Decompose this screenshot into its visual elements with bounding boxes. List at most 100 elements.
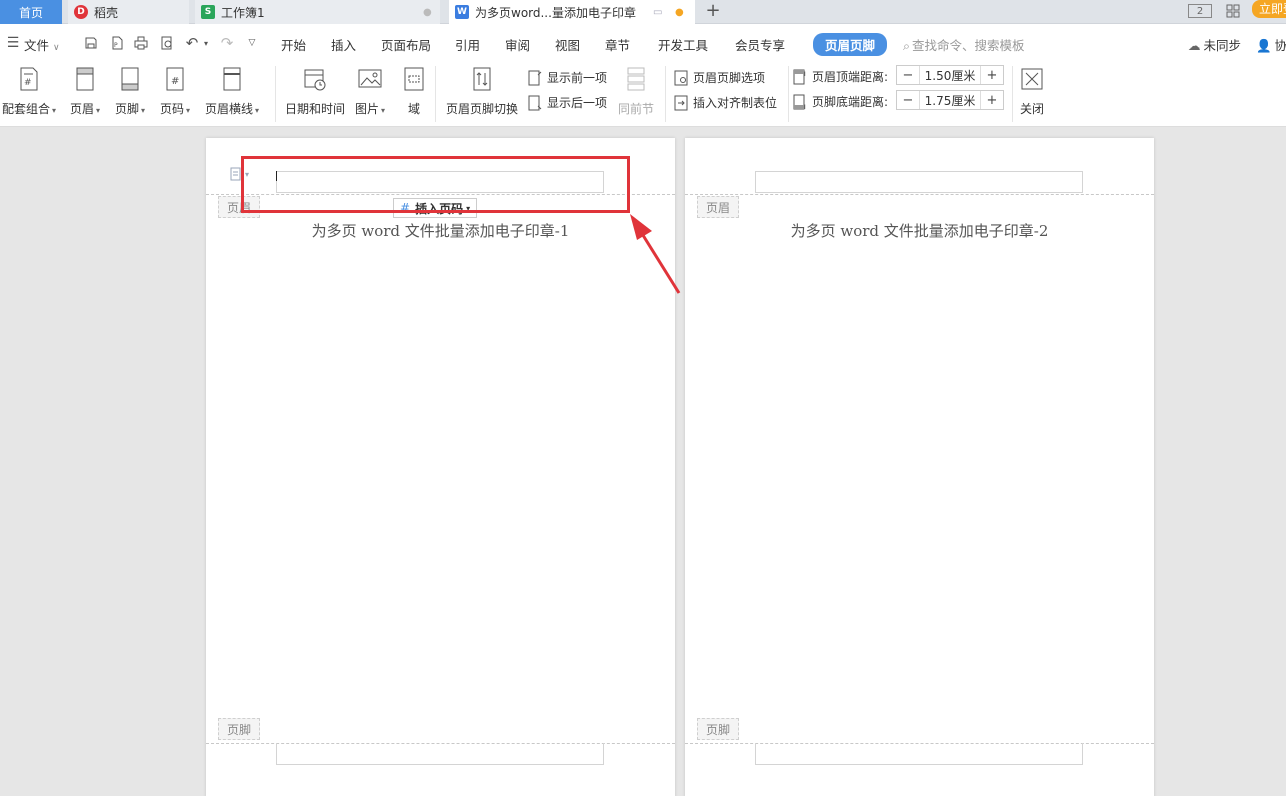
header-top-distance-input[interactable]: 1.50厘米 — [919, 66, 981, 84]
header-footer-options-button[interactable]: 页眉页脚选项 — [674, 69, 765, 86]
footer-tag: 页脚 — [218, 718, 260, 740]
footer-frame[interactable] — [755, 743, 1083, 765]
header-top-distance-stepper[interactable]: − 1.50厘米 + — [896, 65, 1004, 85]
export-pdf-icon[interactable]: P — [110, 36, 124, 50]
header-line-button[interactable]: 页眉横线 — [205, 66, 259, 117]
close-button[interactable]: 关闭 — [1020, 66, 1044, 117]
grid-view-icon[interactable] — [1222, 2, 1244, 20]
insert-page-number-label: 插入页码 — [415, 201, 464, 216]
svg-text:#: # — [24, 78, 32, 88]
header-button[interactable]: 页眉 — [70, 66, 100, 117]
page-number-icon: # — [163, 66, 187, 92]
menu-review[interactable]: 审阅 — [505, 35, 530, 54]
collaborate-button[interactable]: 👤协作 — [1256, 35, 1286, 54]
combo-icon: # — [17, 66, 41, 92]
footer-button[interactable]: 页脚 — [115, 66, 145, 117]
unsaved-dot-icon[interactable]: ● — [675, 7, 684, 18]
decrease-icon[interactable]: − — [897, 91, 919, 109]
close-icon — [1020, 66, 1044, 92]
menu-references[interactable]: 引用 — [455, 35, 480, 54]
tab-dot-icon[interactable]: ● — [423, 7, 432, 18]
collaborate-label: 协作 — [1274, 38, 1286, 53]
field-button[interactable]: 域 — [402, 66, 426, 117]
print-icon[interactable] — [134, 36, 148, 50]
print-preview-icon[interactable] — [160, 36, 174, 50]
decrease-icon[interactable]: − — [897, 66, 919, 84]
page-title: 为多页 word 文件批量添加电子印章-1 — [311, 222, 570, 240]
header-tag: 页眉 — [218, 196, 260, 218]
page-count-value: 2 — [1196, 5, 1204, 17]
footer-bottom-distance-input[interactable]: 1.75厘米 — [919, 91, 981, 109]
tab-bar: 首页 D 稻壳 S 工作簿1 ● W 为多页word...量添加电子印章 ▭ ●… — [0, 0, 1286, 24]
insert-align-tab-button[interactable]: 插入对齐制表位 — [674, 94, 777, 111]
header-frame[interactable] — [755, 171, 1083, 193]
ribbon-separator — [435, 66, 436, 122]
same-as-previous-button[interactable]: 同前节 — [618, 66, 654, 117]
tab-workbook[interactable]: S 工作簿1 ● — [195, 0, 440, 24]
menu-file[interactable]: 文件 ∨ — [24, 35, 60, 54]
footer-frame[interactable] — [276, 743, 604, 765]
sync-status[interactable]: ☁ 未同步 — [1188, 35, 1241, 54]
tab-workbook-label: 工作簿1 — [221, 5, 265, 20]
options-label: 页眉页脚选项 — [693, 71, 766, 85]
document-page-2[interactable]: 页眉 为多页 word 文件批量添加电子印章-2 页脚 — [685, 138, 1154, 796]
search-placeholder: 查找命令、搜索模板 — [912, 38, 1025, 53]
header-tag: 页眉 — [697, 196, 739, 218]
page-title: 为多页 word 文件批量添加电子印章-2 — [790, 222, 1049, 240]
save-icon[interactable] — [84, 36, 98, 50]
login-label: 立即登录 — [1259, 2, 1286, 16]
tab-document-label: 为多页word...量添加电子印章 — [475, 5, 636, 20]
document-page-1[interactable]: ▾ 页眉 # 插入页码 ▾ 为多页 word 文件批量添加电子印章-1 页脚 — [206, 138, 675, 796]
menu-developer[interactable]: 开发工具 — [658, 35, 708, 54]
undo-icon[interactable]: ↶ — [185, 34, 199, 52]
switch-label: 页眉页脚切换 — [446, 102, 519, 116]
show-next-button[interactable]: 显示后一项 — [528, 94, 607, 111]
picture-button[interactable]: 图片 — [355, 66, 385, 117]
menu-header-footer[interactable]: 页眉页脚 — [813, 33, 888, 56]
pin-icon[interactable]: ▭ — [653, 7, 662, 18]
increase-icon[interactable]: + — [981, 66, 1003, 84]
ribbon-separator — [1012, 66, 1013, 122]
search-icon: ⌕ — [903, 38, 911, 53]
tab-daoke[interactable]: D 稻壳 — [68, 0, 189, 24]
align-tab-icon — [674, 95, 688, 111]
datetime-button[interactable]: 日期和时间 — [285, 66, 345, 117]
show-next-label: 显示后一项 — [547, 96, 608, 110]
picture-label: 图片 — [355, 100, 385, 117]
menu-chapter[interactable]: 章节 — [605, 35, 630, 54]
header-top-label-text: 页眉顶端距离: — [812, 70, 889, 84]
header-footer-switch-button[interactable]: 页眉页脚切换 — [446, 66, 518, 117]
redo-icon[interactable]: ↷ — [220, 34, 234, 52]
menu-member[interactable]: 会员专享 — [735, 35, 785, 54]
menu-insert[interactable]: 插入 — [331, 35, 356, 54]
hamburger-menu-icon[interactable]: ☰ — [6, 35, 20, 51]
tab-home[interactable]: 首页 — [0, 0, 62, 24]
quick-access-more-icon[interactable]: ▽ — [245, 36, 259, 50]
ribbon-separator — [665, 66, 666, 122]
header-boundary — [685, 194, 1154, 195]
page-number-button[interactable]: # 页码 — [160, 66, 190, 117]
svg-text:I: I — [804, 104, 806, 110]
footer-bottom-distance-stepper[interactable]: − 1.75厘米 + — [896, 90, 1004, 110]
user-plus-icon: 👤 — [1256, 38, 1272, 53]
text-cursor — [276, 171, 277, 181]
login-button[interactable]: 立即登录 — [1252, 0, 1286, 18]
show-previous-button[interactable]: 显示前一项 — [528, 69, 607, 86]
command-search[interactable]: ⌕ 查找命令、搜索模板 — [903, 35, 1025, 54]
menu-page-layout[interactable]: 页面布局 — [381, 35, 431, 54]
spreadsheet-icon: S — [201, 5, 215, 19]
document-workspace: ▾ 页眉 # 插入页码 ▾ 为多页 word 文件批量添加电子印章-1 页脚 页眉 … — [0, 127, 1286, 796]
tab-document[interactable]: W 为多页word...量添加电子印章 ▭ ● — [449, 0, 695, 24]
header-line-label: 页眉横线 — [205, 100, 259, 117]
combo-button[interactable]: # 配套组合 — [2, 66, 56, 117]
new-tab-icon[interactable]: + — [704, 0, 722, 24]
menu-view[interactable]: 视图 — [555, 35, 580, 54]
insert-page-number-button[interactable]: # 插入页码 ▾ — [393, 198, 478, 218]
header-options-icon[interactable]: ▾ — [230, 166, 260, 182]
page-count-icon[interactable]: 2 — [1188, 4, 1212, 18]
show-previous-icon — [528, 70, 542, 86]
increase-icon[interactable]: + — [981, 91, 1003, 109]
menu-start[interactable]: 开始 — [281, 35, 306, 54]
header-frame[interactable] — [276, 171, 604, 193]
undo-dropdown-icon[interactable]: ▾ — [199, 36, 213, 50]
